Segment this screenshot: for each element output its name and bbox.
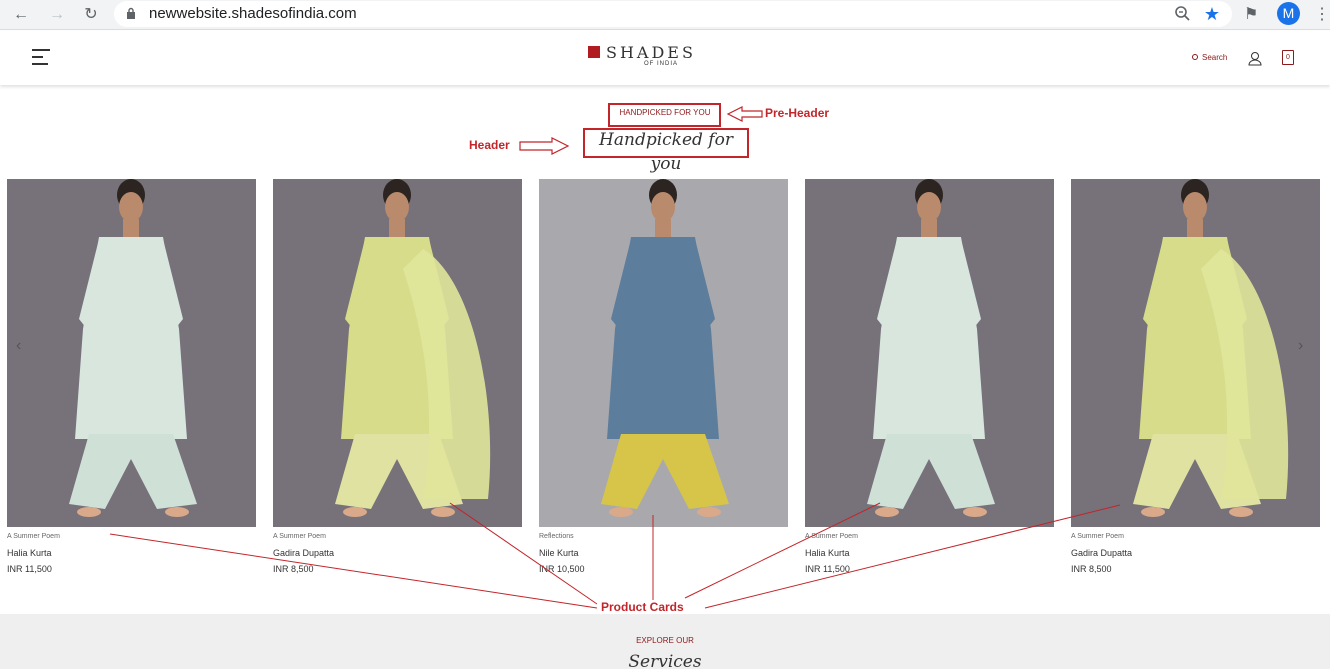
- profile-avatar[interactable]: M: [1277, 2, 1300, 25]
- product-card[interactable]: Reflections Nile Kurta INR 10,500: [539, 179, 788, 574]
- preheader-annotation-box: [608, 103, 721, 127]
- product-price: INR 11,500: [805, 564, 850, 574]
- product-image[interactable]: [805, 179, 1054, 527]
- header-annotation-label: Header: [469, 138, 510, 152]
- product-price: INR 8,500: [273, 564, 314, 574]
- product-collection: A Summer Poem: [273, 533, 326, 540]
- product-cards-annotation-label: Product Cards: [601, 600, 684, 614]
- forward-icon[interactable]: →: [46, 4, 68, 26]
- bookmark-star-icon[interactable]: ★: [1204, 3, 1220, 25]
- preheader-arrow: [726, 106, 763, 122]
- cart-icon[interactable]: 0: [1282, 50, 1294, 65]
- header-arrow: [519, 137, 570, 155]
- product-price: INR 8,500: [1071, 564, 1112, 574]
- product-name[interactable]: Gadira Dupatta: [1071, 548, 1320, 558]
- product-image[interactable]: [1071, 179, 1320, 527]
- product-name[interactable]: Nile Kurta: [539, 548, 788, 558]
- logo-sub: OF INDIA: [644, 61, 679, 67]
- product-card[interactable]: A Summer Poem Halia Kurta INR 11,500: [7, 179, 256, 574]
- product-card[interactable]: A Summer Poem Gadira Dupatta INR 8,500: [1071, 179, 1320, 574]
- browser-menu-icon[interactable]: ⋮: [1314, 4, 1330, 24]
- product-name[interactable]: Gadira Dupatta: [273, 548, 522, 558]
- address-bar[interactable]: newwebsite.shadesofindia.com ★: [114, 1, 1232, 27]
- product-card[interactable]: A Summer Poem Gadira Dupatta INR 8,500: [273, 179, 522, 574]
- carousel-next-icon[interactable]: ›: [1298, 337, 1303, 355]
- search-button[interactable]: Search: [1192, 53, 1227, 62]
- services-section: EXPLORE OUR Services: [0, 614, 1330, 672]
- search-label: Search: [1202, 53, 1228, 62]
- product-collection: A Summer Poem: [1071, 533, 1124, 540]
- product-image[interactable]: [539, 179, 788, 527]
- product-collection: Reflections: [539, 533, 574, 540]
- product-name[interactable]: Halia Kurta: [7, 548, 256, 558]
- carousel-prev-icon[interactable]: ‹: [16, 337, 21, 355]
- lock-icon: [127, 7, 135, 19]
- product-card[interactable]: A Summer Poem Halia Kurta INR 11,500: [805, 179, 1054, 574]
- services-title: Services: [628, 652, 702, 672]
- product-image[interactable]: [7, 179, 256, 527]
- url-text: newwebsite.shadesofindia.com: [149, 5, 357, 22]
- reload-icon[interactable]: ↻: [80, 4, 102, 26]
- menu-icon[interactable]: [32, 49, 50, 65]
- logo-square: [588, 46, 600, 58]
- extensions-icon[interactable]: ⚑: [1244, 4, 1258, 24]
- services-preheader: EXPLORE OUR: [636, 636, 694, 645]
- product-price: INR 11,500: [7, 564, 52, 574]
- header-annotation-box: [583, 128, 749, 158]
- product-image[interactable]: [273, 179, 522, 527]
- browser-toolbar: ← → ↻ newwebsite.shadesofindia.com ★ ⚑ M…: [0, 0, 1330, 30]
- product-name[interactable]: Halia Kurta: [805, 548, 1054, 558]
- search-icon: [1192, 54, 1198, 60]
- preheader-annotation-label: Pre-Header: [765, 106, 830, 120]
- zoom-icon[interactable]: [1172, 3, 1194, 25]
- back-icon[interactable]: ←: [10, 4, 32, 26]
- product-price: INR 10,500: [539, 564, 585, 574]
- product-collection: A Summer Poem: [805, 533, 858, 540]
- user-icon[interactable]: [1248, 51, 1262, 66]
- site-header: SHADES OF INDIA Search 0: [0, 31, 1330, 85]
- logo-name: SHADES: [606, 43, 696, 62]
- product-collection: A Summer Poem: [7, 533, 60, 540]
